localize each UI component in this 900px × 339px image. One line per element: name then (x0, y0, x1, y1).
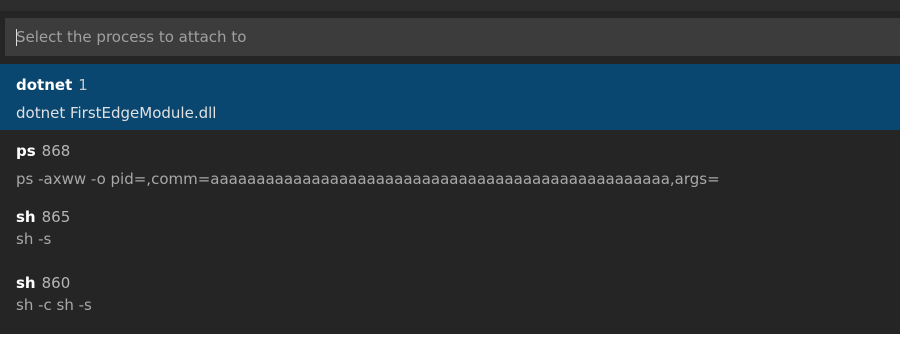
process-item-sh-860[interactable]: sh 860 sh -c sh -s (0, 262, 900, 328)
process-item-ps-868[interactable]: ps 868 ps -axww -o pid=,comm=aaaaaaaaaaaa… (0, 130, 900, 196)
process-command: sh -s (16, 230, 52, 248)
process-name: dotnet (16, 76, 73, 94)
process-command: sh -c sh -s (16, 296, 92, 314)
process-id: 865 (41, 208, 71, 226)
process-command: dotnet FirstEdgeModule.dll (16, 104, 217, 122)
process-name: ps (16, 142, 36, 160)
process-name: sh (16, 208, 36, 226)
process-picker: dotnet 1 dotnet FirstEdgeModule.dll ps 868… (0, 0, 900, 334)
process-id: 860 (41, 274, 71, 292)
search-box[interactable] (5, 18, 900, 56)
process-search-input[interactable] (5, 18, 900, 56)
process-item-sh-865[interactable]: sh 865 sh -s (0, 196, 900, 262)
process-name: sh (16, 274, 36, 292)
process-item-dotnet-1[interactable]: dotnet 1 dotnet FirstEdgeModule.dll (0, 64, 900, 130)
process-list: dotnet 1 dotnet FirstEdgeModule.dll ps 868… (0, 64, 900, 328)
process-id: 1 (78, 76, 88, 94)
process-id: 868 (41, 142, 71, 160)
title-strip (0, 0, 900, 11)
text-cursor (16, 29, 17, 46)
process-command: ps -axww -o pid=,comm=aaaaaaaaaaaaaaaaaa… (16, 170, 720, 188)
